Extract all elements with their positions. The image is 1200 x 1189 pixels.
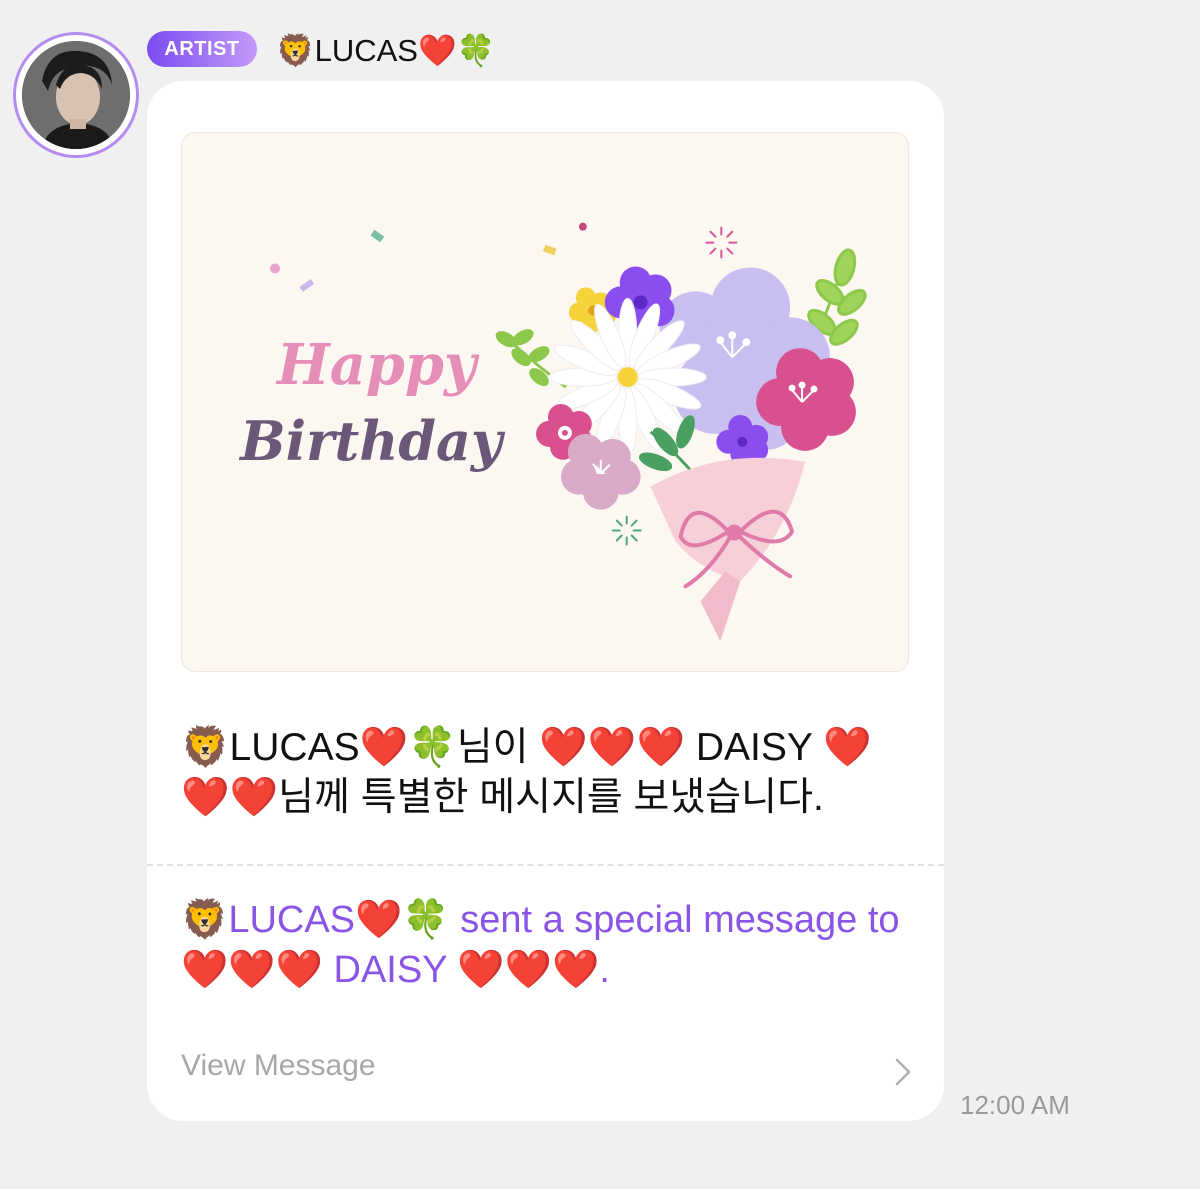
view-message-link[interactable]: View Message bbox=[181, 1049, 376, 1083]
chevron-right-icon[interactable] bbox=[892, 1056, 914, 1088]
sender-name[interactable]: 🦁LUCAS❤️🍀 bbox=[276, 28, 495, 72]
message-timestamp: 12:00 AM bbox=[960, 1090, 1070, 1120]
avatar-photo bbox=[22, 41, 130, 149]
artist-badge: ARTIST bbox=[147, 31, 257, 67]
korean-message: 🦁LUCAS❤️🍀님이 ❤️❤️❤️ DAISY ❤️❤️❤️님께 특별한 메시… bbox=[181, 726, 872, 819]
english-message: 🦁LUCAS❤️🍀 sent a special message to ❤️❤️… bbox=[181, 899, 900, 991]
birthday-card-image[interactable]: Happy Birthday bbox=[181, 132, 909, 672]
birthday-text: Birthday bbox=[238, 409, 506, 473]
happy-text: Happy bbox=[275, 333, 480, 398]
message-bubble[interactable]: Happy Birthday 🦁LUCAS❤️🍀님이 ❤️❤️❤️ DAISY … bbox=[147, 81, 944, 1121]
avatar[interactable] bbox=[13, 32, 139, 158]
divider bbox=[147, 864, 944, 866]
